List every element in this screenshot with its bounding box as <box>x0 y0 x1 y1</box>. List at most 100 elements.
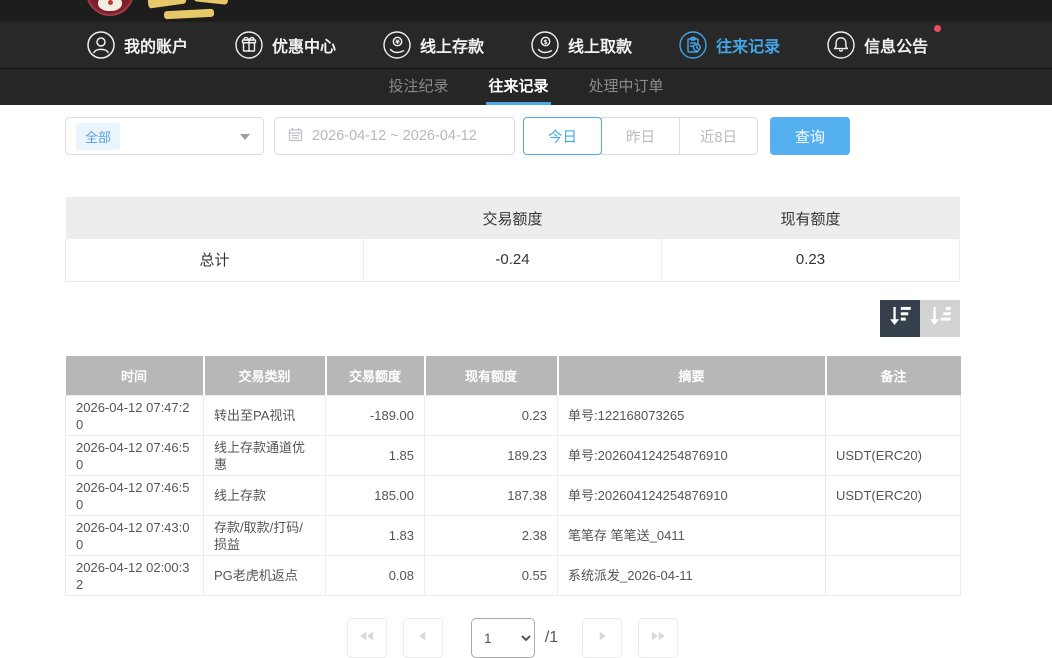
cell-summary: 单号:122168073265 <box>558 396 826 436</box>
logo-gold-text <box>164 9 214 20</box>
mascot-logo-icon <box>86 0 134 16</box>
nav-item-withdraw[interactable]: $ 线上取款 <box>530 30 632 60</box>
tab-label: 处理中订单 <box>589 75 664 96</box>
main-navbar: 我的账户 优惠中心 ¥ 线上存款 <box>0 22 1052 68</box>
type-select[interactable]: 全部 <box>65 117 264 155</box>
records-icon <box>678 30 708 60</box>
nav-item-announcements[interactable]: 信息公告 <box>826 30 928 60</box>
user-icon <box>86 30 116 60</box>
chevron-down-icon <box>240 134 250 140</box>
cell-time: 2026-04-12 07:46:50 <box>66 476 204 516</box>
sort-controls <box>65 300 960 337</box>
nav-item-records[interactable]: 往来记录 <box>678 30 780 60</box>
double-chevron-right-icon <box>649 627 667 650</box>
sort-descending-button[interactable] <box>880 300 920 337</box>
cell-amount: -189.00 <box>326 396 425 436</box>
gift-icon <box>234 30 264 60</box>
logo-gold-text <box>147 0 186 9</box>
cell-amount: 185.00 <box>326 476 425 516</box>
tab-pending-orders[interactable]: 处理中订单 <box>587 69 666 105</box>
cell-type: 线上存款 <box>204 476 326 516</box>
table-row: 2026-04-12 02:00:32 PG老虎机返点 0.08 0.55 系统… <box>66 556 961 596</box>
bell-icon <box>826 30 856 60</box>
summary-total-label: 总计 <box>66 239 364 281</box>
records-table: 时间 交易类别 交易额度 现有额度 摘要 备注 2026-04-12 07:47… <box>65 356 961 597</box>
today-button[interactable]: 今日 <box>523 117 602 155</box>
next-page-button[interactable] <box>582 618 622 658</box>
cell-amount: 1.83 <box>326 516 425 556</box>
withdraw-icon: $ <box>530 30 560 60</box>
cell-balance: 0.55 <box>425 556 558 596</box>
svg-text:¥: ¥ <box>395 38 400 46</box>
chevron-left-icon <box>414 627 432 650</box>
tab-transaction-records[interactable]: 往来记录 <box>486 69 550 105</box>
nav-label: 线上取款 <box>568 33 632 57</box>
nav-label: 我的账户 <box>124 33 188 57</box>
summary-header-transaction-amount: 交易额度 <box>364 197 662 239</box>
previous-page-button[interactable] <box>403 618 443 658</box>
calendar-icon <box>288 127 303 146</box>
last-8-days-button[interactable]: 近8日 <box>679 117 758 155</box>
cell-remark: USDT(ERC20) <box>826 476 961 516</box>
cell-amount: 1.85 <box>326 436 425 476</box>
table-row: 2026-04-12 07:46:50 线上存款 185.00 187.38 单… <box>66 476 961 516</box>
cell-summary: 单号:202604124254876910 <box>558 476 826 516</box>
content-area: 全部 2026-04-12 ~ 2026-04-12 今日 昨日 近8日 查询 <box>65 117 960 658</box>
cell-balance: 189.23 <box>425 436 558 476</box>
date-range-input[interactable]: 2026-04-12 ~ 2026-04-12 <box>274 117 515 155</box>
cell-balance: 0.23 <box>425 396 558 436</box>
sort-descending-icon <box>885 302 915 335</box>
search-button[interactable]: 查询 <box>770 117 850 155</box>
tab-bet-records[interactable]: 投注纪录 <box>386 69 450 105</box>
deposit-icon: ¥ <box>382 30 412 60</box>
cell-remark <box>826 556 961 596</box>
col-header-type[interactable]: 交易类别 <box>204 356 326 396</box>
page-select[interactable]: 1 <box>471 618 535 658</box>
cell-summary: 单号:202604124254876910 <box>558 436 826 476</box>
yesterday-button[interactable]: 昨日 <box>601 117 680 155</box>
quick-range-group: 今日 昨日 近8日 <box>523 117 758 155</box>
col-header-remark[interactable]: 备注 <box>826 356 961 396</box>
cell-summary: 笔笔存 笔笔送_0411 <box>558 516 826 556</box>
top-bar <box>0 0 1052 22</box>
cell-remark <box>826 396 961 436</box>
filter-row: 全部 2026-04-12 ~ 2026-04-12 今日 昨日 近8日 查询 <box>65 117 960 155</box>
sort-ascending-button[interactable] <box>920 300 960 337</box>
table-row: 2026-04-12 07:47:20 转出至PA视讯 -189.00 0.23… <box>66 396 961 436</box>
cell-balance: 187.38 <box>425 476 558 516</box>
pagination: 1 /1 <box>65 618 960 658</box>
summary-table: 交易额度 现有额度 总计 -0.24 0.23 <box>65 197 960 282</box>
summary-total-transaction: -0.24 <box>364 239 662 281</box>
summary-header-current-balance: 现有额度 <box>662 197 960 239</box>
cell-time: 2026-04-12 07:43:00 <box>66 516 204 556</box>
records-header-row: 时间 交易类别 交易额度 现有额度 摘要 备注 <box>66 356 961 396</box>
cell-remark <box>826 516 961 556</box>
cell-type: PG老虎机返点 <box>204 556 326 596</box>
col-header-amount[interactable]: 交易额度 <box>326 356 425 396</box>
double-chevron-left-icon <box>358 627 376 650</box>
nav-item-deposit[interactable]: ¥ 线上存款 <box>382 30 484 60</box>
page-total: /1 <box>545 629 558 647</box>
nav-label: 信息公告 <box>864 33 928 57</box>
nav-label: 往来记录 <box>716 33 780 57</box>
cell-remark: USDT(ERC20) <box>826 436 961 476</box>
summary-total-row: 总计 -0.24 0.23 <box>66 239 960 281</box>
col-header-time[interactable]: 时间 <box>66 356 204 396</box>
sort-ascending-icon <box>925 302 955 335</box>
chevron-right-icon <box>593 627 611 650</box>
last-page-button[interactable] <box>638 618 678 658</box>
date-range-value: 2026-04-12 ~ 2026-04-12 <box>312 128 477 144</box>
col-header-balance[interactable]: 现有额度 <box>425 356 558 396</box>
first-page-button[interactable] <box>347 618 387 658</box>
nav-item-my-account[interactable]: 我的账户 <box>86 30 188 60</box>
nav-label: 线上存款 <box>420 33 484 57</box>
summary-total-balance: 0.23 <box>662 239 960 281</box>
cell-time: 2026-04-12 07:46:50 <box>66 436 204 476</box>
nav-item-promotions[interactable]: 优惠中心 <box>234 30 336 60</box>
col-header-summary[interactable]: 摘要 <box>558 356 826 396</box>
summary-header-empty <box>66 197 364 239</box>
brand-logo[interactable] <box>86 0 236 22</box>
type-selected-tag[interactable]: 全部 <box>76 123 120 150</box>
cell-type: 存款/取款/打码/损益 <box>204 516 326 556</box>
notification-badge-dot <box>934 25 941 32</box>
